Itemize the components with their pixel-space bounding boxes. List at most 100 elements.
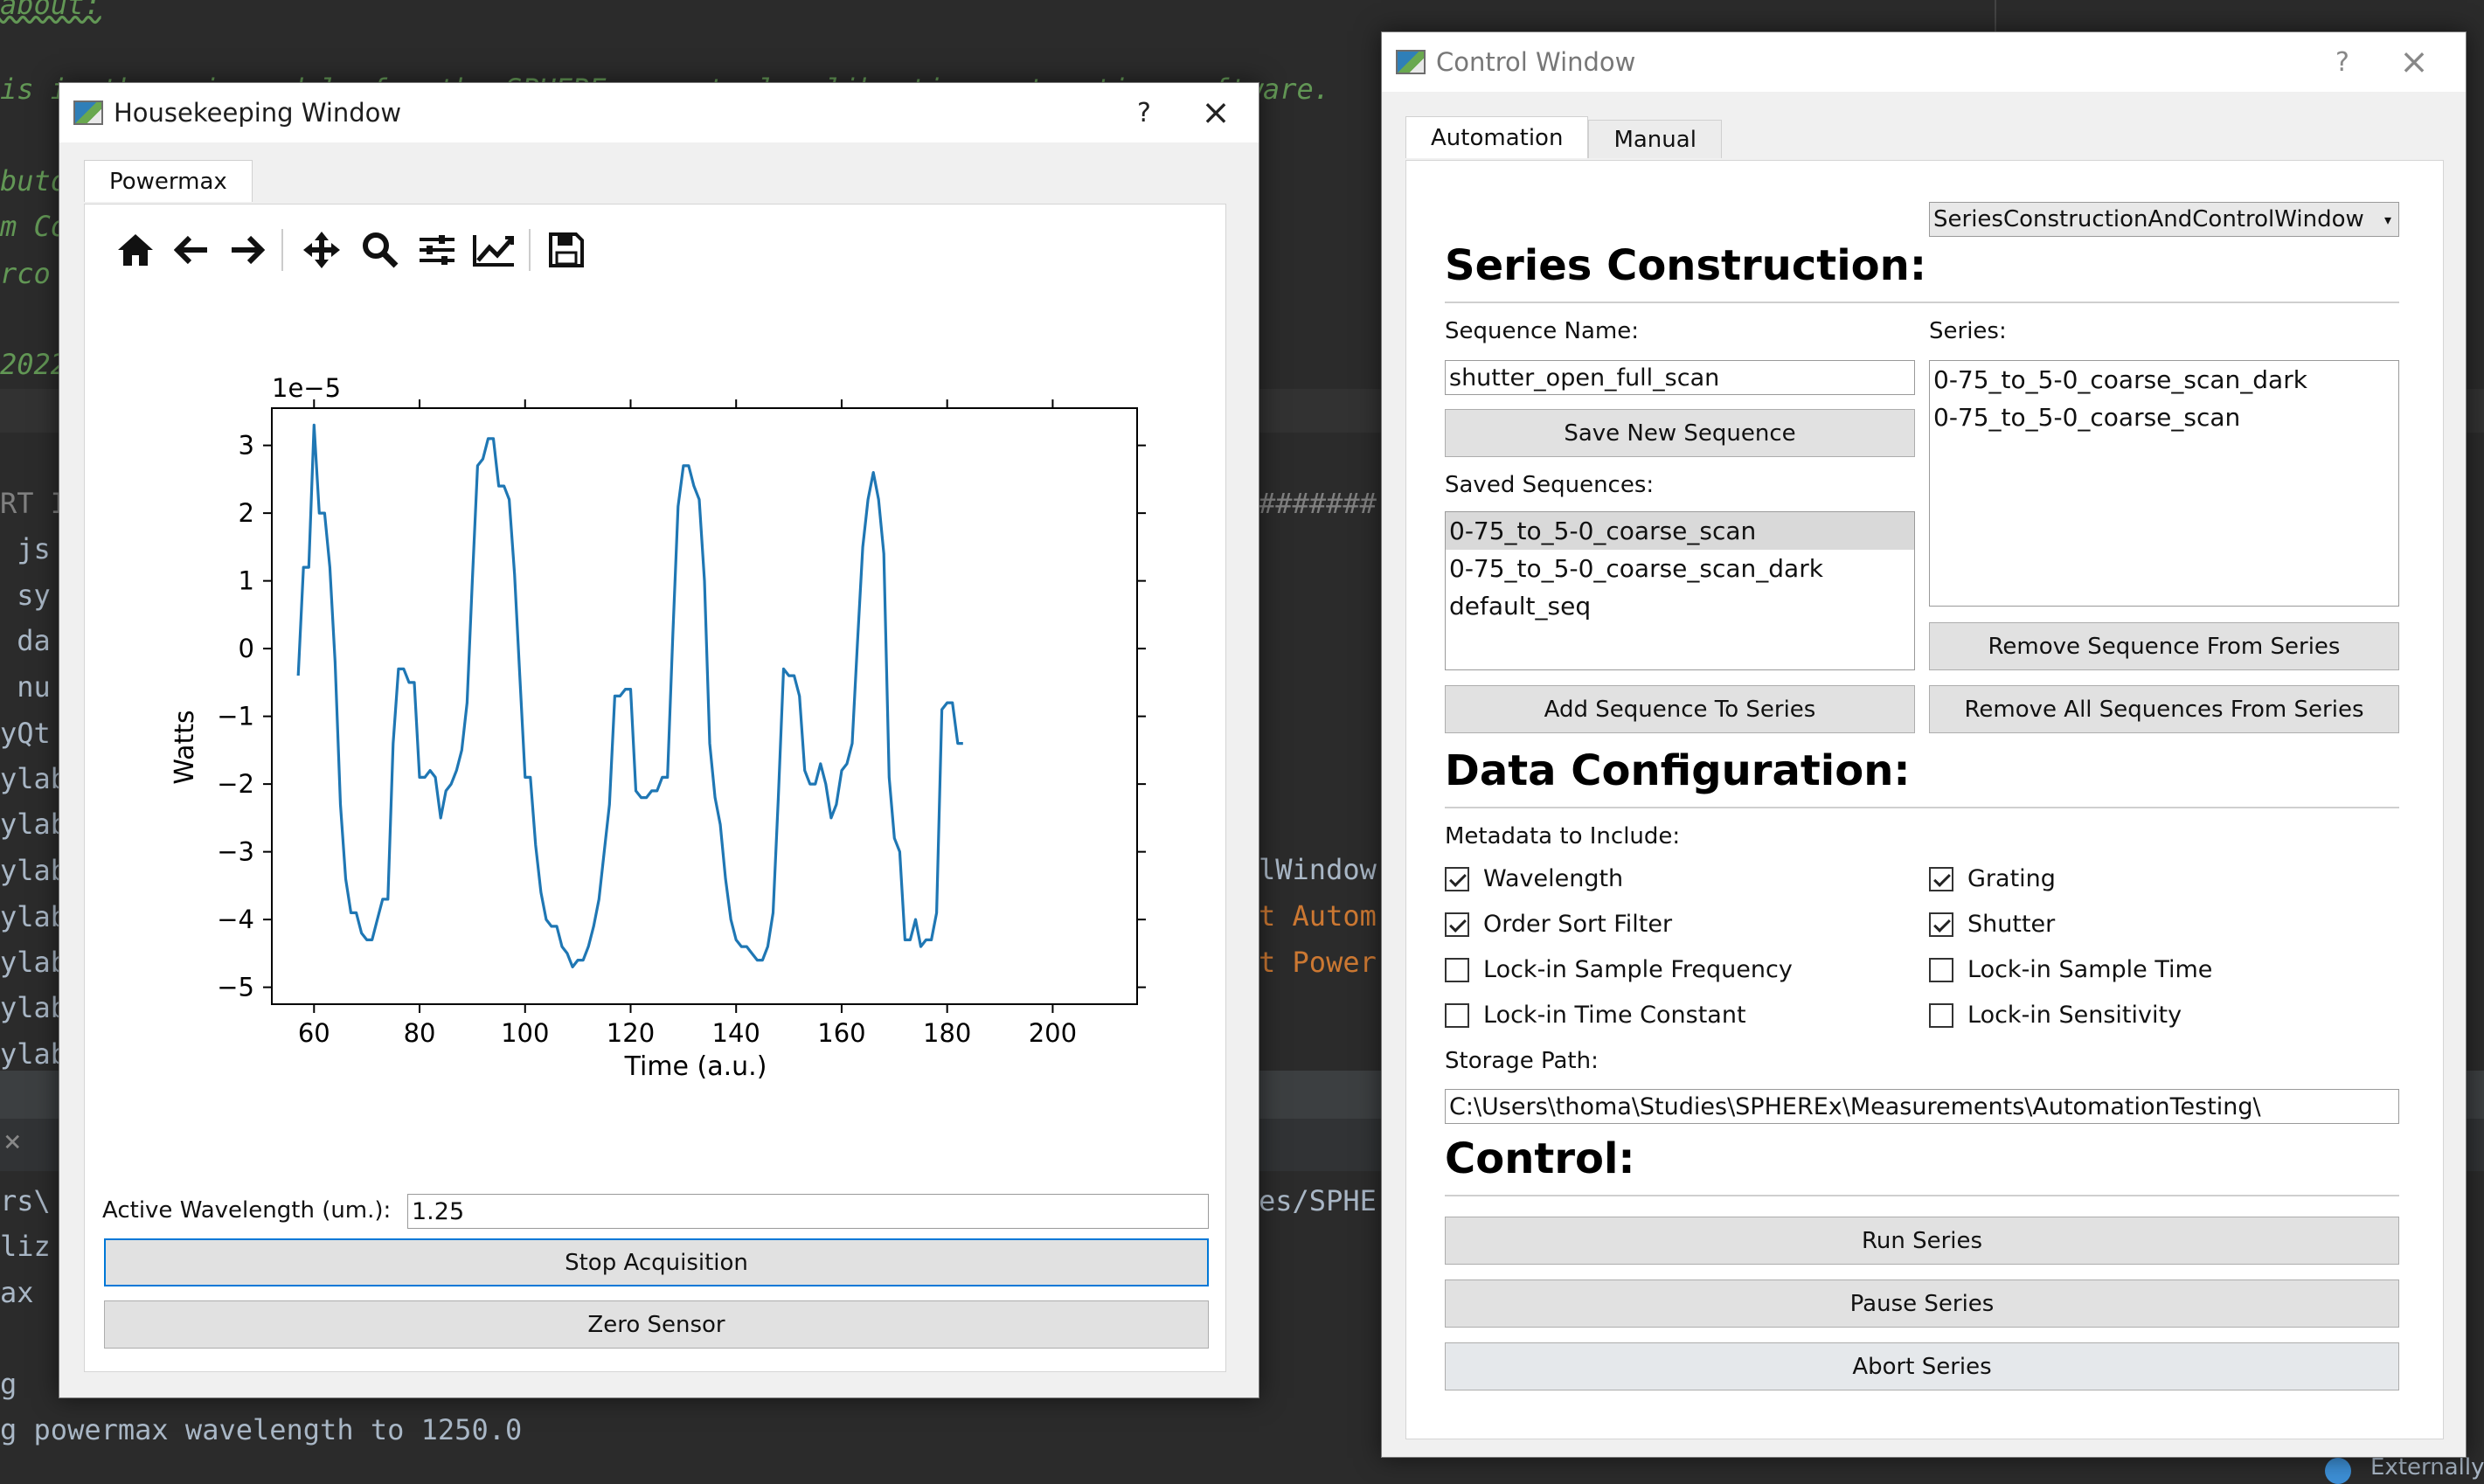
lockin-sample-time-checkbox[interactable]: Lock-in Sample Time	[1929, 956, 2212, 983]
plot-frame	[271, 407, 1138, 1005]
help-button[interactable]: ?	[2312, 32, 2373, 92]
power-plot[interactable]: 60 80 100 120 140 160 180 200 3 2 1 0 −1 −2 −3 −4 −5 1e−…	[120, 283, 1169, 1113]
ide-code-line: ylab	[0, 946, 68, 979]
control-tabs: Automation Manual	[1405, 116, 1722, 158]
wavelength-input[interactable]: 1.25	[407, 1194, 1209, 1229]
save-new-sequence-button[interactable]: Save New Sequence	[1445, 409, 1915, 457]
y-tick-label: 1	[239, 566, 254, 596]
series-list[interactable]: 0-75_to_5-0_coarse_scan_dark 0-75_to_5-0…	[1929, 360, 2399, 607]
automation-pane: SeriesConstructionAndControlWindow ▾ Ser…	[1405, 160, 2444, 1439]
list-item[interactable]: default_seq	[1446, 587, 1914, 625]
zero-sensor-button[interactable]: Zero Sensor	[104, 1300, 1209, 1349]
tab-powermax[interactable]: Powermax	[84, 160, 253, 202]
save-icon[interactable]	[542, 224, 591, 276]
pan-icon[interactable]	[297, 224, 346, 276]
close-icon[interactable]: ×	[3, 1124, 21, 1159]
x-tick-label: 80	[404, 1018, 436, 1048]
checkbox-box[interactable]	[1445, 957, 1469, 982]
add-sequence-to-series-button[interactable]: Add Sequence To Series	[1445, 685, 1915, 733]
x-tick-label: 60	[298, 1018, 330, 1048]
home-icon[interactable]	[111, 224, 160, 276]
sequence-name-label: Sequence Name:	[1445, 318, 1639, 344]
ide-code-line: ylab	[0, 991, 68, 1024]
y-tick-label: −5	[217, 973, 254, 1002]
ide-code-line: sy	[0, 579, 51, 612]
section-divider	[1445, 302, 2399, 303]
run-series-button[interactable]: Run Series	[1445, 1217, 2399, 1265]
ide-divider	[1995, 0, 1996, 35]
window-select-dropdown[interactable]: SeriesConstructionAndControlWindow ▾	[1929, 202, 2399, 237]
zoom-icon[interactable]	[356, 224, 405, 276]
ide-code-line: da	[0, 624, 51, 657]
edit-axis-icon[interactable]	[469, 224, 518, 276]
configure-subplots-icon[interactable]	[413, 224, 461, 276]
x-tick-label: 180	[923, 1018, 971, 1048]
help-button[interactable]: ?	[1114, 83, 1175, 142]
metadata-label: Metadata to Include:	[1445, 823, 1681, 849]
forward-arrow-icon[interactable]	[223, 224, 272, 276]
list-item[interactable]: 0-75_to_5-0_coarse_scan_dark	[1446, 550, 1914, 587]
ide-code-line: Externally	[2370, 1454, 2484, 1481]
storage-path-input[interactable]: C:\Users\thoma\Studies\SPHEREx\Measureme…	[1445, 1089, 2399, 1124]
tab-manual[interactable]: Manual	[1588, 120, 1722, 158]
grating-checkbox[interactable]: Grating	[1929, 865, 2056, 892]
checkbox-label: Order Sort Filter	[1483, 911, 1673, 938]
ide-code-line: about:	[0, 0, 101, 21]
housekeeping-titlebar[interactable]: Housekeeping Window ? ×	[59, 83, 1259, 142]
ide-code-line: ax	[0, 1276, 51, 1309]
section-divider	[1445, 1195, 2399, 1196]
ide-code-line: yQt	[0, 717, 51, 750]
lockin-sample-frequency-checkbox[interactable]: Lock-in Sample Frequency	[1445, 956, 1793, 983]
back-arrow-icon[interactable]	[167, 224, 216, 276]
abort-series-button[interactable]: Abort Series	[1445, 1342, 2399, 1390]
control-window: Control Window ? × Automation Manual Ser…	[1381, 31, 2467, 1458]
stop-acquisition-button[interactable]: Stop Acquisition	[104, 1238, 1209, 1286]
list-item[interactable]: 0-75_to_5-0_coarse_scan	[1446, 512, 1914, 550]
checkbox-box[interactable]	[1929, 912, 1953, 937]
pause-series-button[interactable]: Pause Series	[1445, 1279, 2399, 1328]
housekeeping-window: Housekeeping Window ? × Powermax 60 80 1…	[59, 82, 1259, 1398]
app-icon	[1396, 50, 1426, 74]
ide-code-line: nu	[0, 670, 51, 704]
remove-sequence-from-series-button[interactable]: Remove Sequence From Series	[1929, 622, 2399, 670]
y-tick-label: 3	[239, 431, 254, 461]
y-tick-label: 2	[239, 498, 254, 528]
remove-all-sequences-button[interactable]: Remove All Sequences From Series	[1929, 685, 2399, 733]
list-item[interactable]: 0-75_to_5-0_coarse_scan	[1930, 399, 2398, 436]
tab-automation[interactable]: Automation	[1405, 116, 1589, 158]
order-sort-filter-checkbox[interactable]: Order Sort Filter	[1445, 911, 1672, 938]
checkbox-box[interactable]	[1929, 957, 1953, 982]
control-titlebar[interactable]: Control Window ? ×	[1382, 32, 2466, 92]
offset-text: 1e−5	[272, 373, 341, 403]
checkbox-box[interactable]	[1929, 1002, 1953, 1028]
wavelength-checkbox[interactable]: Wavelength	[1445, 865, 1623, 892]
close-button[interactable]: ×	[1185, 83, 1246, 142]
checkbox-box[interactable]	[1445, 866, 1469, 891]
list-item[interactable]: 0-75_to_5-0_coarse_scan_dark	[1930, 361, 2398, 399]
window-select-value: SeriesConstructionAndControlWindow	[1933, 206, 2364, 232]
checkbox-label: Lock-in Sample Time	[1967, 956, 2213, 983]
checkbox-box[interactable]	[1929, 866, 1953, 891]
chevron-down-icon: ▾	[2383, 211, 2391, 228]
ide-code-line: #######	[1259, 487, 1377, 520]
y-tick-label: −4	[217, 905, 254, 934]
sequence-name-input[interactable]: shutter_open_full_scan	[1445, 360, 1915, 395]
close-button[interactable]: ×	[2383, 32, 2445, 92]
lockin-time-constant-checkbox[interactable]: Lock-in Time Constant	[1445, 1002, 1746, 1029]
control-heading: Control:	[1445, 1134, 1635, 1183]
shutter-checkbox[interactable]: Shutter	[1929, 911, 2055, 938]
toolbar-separator	[281, 229, 283, 271]
x-tick-label: 100	[501, 1018, 549, 1048]
checkbox-box[interactable]	[1445, 912, 1469, 937]
y-tick-label: −3	[217, 837, 254, 867]
checkbox-box[interactable]	[1445, 1002, 1469, 1028]
x-tick-label: 140	[712, 1018, 760, 1048]
section-divider	[1445, 807, 2399, 808]
saved-sequences-list[interactable]: 0-75_to_5-0_coarse_scan 0-75_to_5-0_coar…	[1445, 511, 1915, 670]
ide-code-line: ylab	[0, 854, 68, 887]
lockin-sensitivity-checkbox[interactable]: Lock-in Sensitivity	[1929, 1002, 2182, 1029]
housekeeping-tabs: Powermax	[84, 160, 253, 202]
checkbox-label: Lock-in Sample Frequency	[1483, 956, 1793, 983]
storage-path-label: Storage Path:	[1445, 1048, 1599, 1074]
x-tick-label: 200	[1029, 1018, 1077, 1048]
